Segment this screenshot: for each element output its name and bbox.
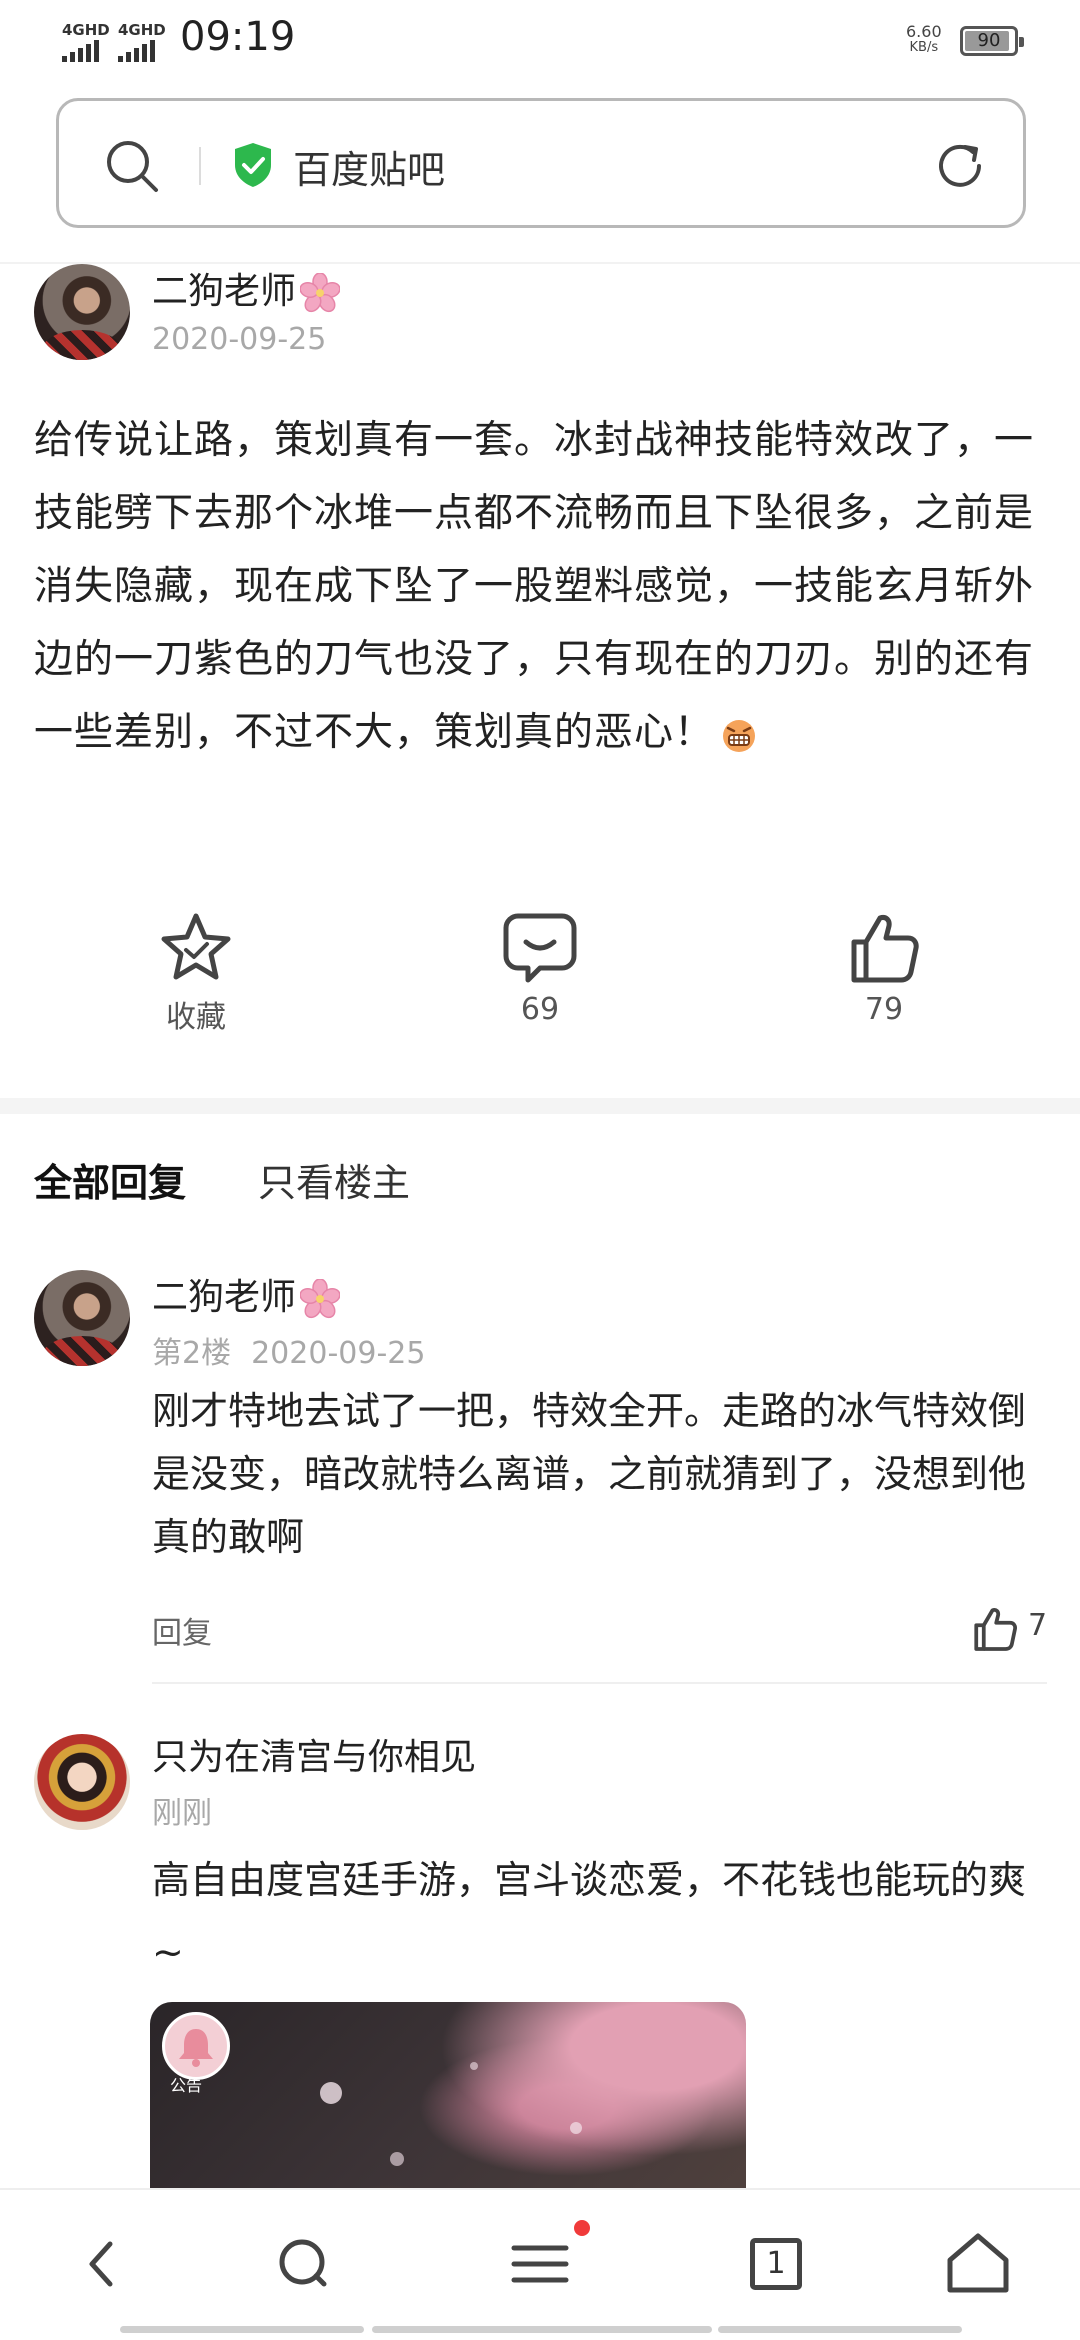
signal-label-2: 4GHD [118, 21, 166, 39]
gesture-bar-right [718, 2326, 962, 2333]
home-icon[interactable] [938, 2224, 1018, 2304]
reply-button[interactable]: 回复 [152, 1608, 212, 1652]
tab-all-replies[interactable]: 全部回复 [34, 1152, 186, 1207]
status-time: 09:19 [180, 14, 296, 60]
avatar[interactable] [34, 264, 130, 360]
site-name: 百度贴吧 [293, 148, 446, 192]
section-separator [0, 1098, 1080, 1114]
reply-time: 刚刚 [152, 1796, 212, 1831]
signal-indicator-1: 4GHD [62, 22, 110, 62]
post-content: 给传说让路，策划真有一套。冰封战神技能特效改了，一技能劈下去那个冰堆一点都不流畅… [34, 404, 1054, 769]
reply-author-name: 二狗老师 [152, 1277, 297, 1318]
address-divider [199, 147, 201, 185]
favorite-label: 收藏 [166, 1000, 226, 1035]
reply-date: 2020-09-25 [251, 1336, 426, 1371]
bell-icon [162, 2012, 230, 2080]
battery-icon: 90 [960, 26, 1024, 56]
post-author-name: 二狗老师 [152, 271, 297, 312]
floor-number: 第2楼 [152, 1336, 232, 1371]
sakura-icon [300, 1279, 341, 1319]
thumbs-up-icon[interactable] [970, 1604, 1020, 1654]
comment-count: 69 [520, 992, 560, 1027]
comment-button[interactable]: 69 [460, 910, 620, 1027]
thumbs-up-icon [851, 915, 919, 983]
bottom-nav: 1 [0, 2188, 1080, 2340]
reply-author[interactable]: 二狗老师 [152, 1268, 341, 1320]
reply-text: 高自由度宫廷手游，宫斗谈恋爱，不花钱也能玩的爽~ [152, 1858, 1027, 1974]
post-text: 给传说让路，策划真有一套。冰封战神技能特效改了，一技能劈下去那个冰堆一点都不流畅… [34, 418, 1035, 755]
announcement-label: 公告 [170, 2076, 203, 2095]
post-date: 2020-09-25 [152, 322, 327, 357]
reply-divider [152, 1682, 1047, 1684]
sakura-icon [300, 273, 341, 313]
net-speed-value: 6.60 [906, 22, 942, 41]
search-icon[interactable] [264, 2224, 344, 2304]
like-count: 79 [864, 992, 904, 1027]
signal-label-1: 4GHD [62, 21, 110, 39]
reply-text: 刚才特地去试了一把，特效全开。走路的冰气特效倒是没变，暗改就特么离谱，之前就猜到… [152, 1389, 1027, 1559]
net-speed: 6.60 KB/s [906, 24, 942, 56]
menu-notification-dot [574, 2220, 590, 2236]
reply-like-count: 7 [1028, 1608, 1048, 1643]
tab-op-only[interactable]: 只看楼主 [258, 1152, 410, 1207]
menu-icon[interactable] [500, 2224, 580, 2304]
grimace-emoji-icon [723, 719, 756, 752]
tabs-count: 1 [750, 2238, 802, 2290]
comment-icon [503, 913, 577, 983]
signal-indicator-2: 4GHD [118, 22, 166, 62]
address-bar[interactable]: 百度贴吧 [56, 98, 1026, 228]
status-bar: 4GHD 4GHD 09:19 6.60 KB/s 90 [0, 0, 1080, 84]
battery-level: 90 [977, 30, 1001, 51]
reply-author[interactable]: 只为在清宫与你相见 [152, 1728, 476, 1780]
gesture-bar-center [372, 2326, 712, 2333]
post-author[interactable]: 二狗老师 [152, 262, 341, 314]
search-icon[interactable] [103, 137, 161, 195]
shield-check-icon [235, 143, 271, 187]
star-icon [161, 913, 231, 980]
reload-icon[interactable] [929, 135, 991, 197]
like-button[interactable]: 79 [804, 910, 964, 1027]
reply-avatar[interactable] [34, 1734, 130, 1830]
net-speed-unit: KB/s [909, 40, 939, 55]
favorite-button[interactable]: 收藏 [116, 910, 276, 1036]
reply-avatar[interactable] [34, 1270, 130, 1366]
reply-meta: 第2楼 2020-09-25 [152, 1328, 425, 1372]
gesture-bar-left [120, 2326, 364, 2333]
back-icon[interactable] [62, 2224, 142, 2304]
tabs-button[interactable]: 1 [736, 2224, 816, 2304]
